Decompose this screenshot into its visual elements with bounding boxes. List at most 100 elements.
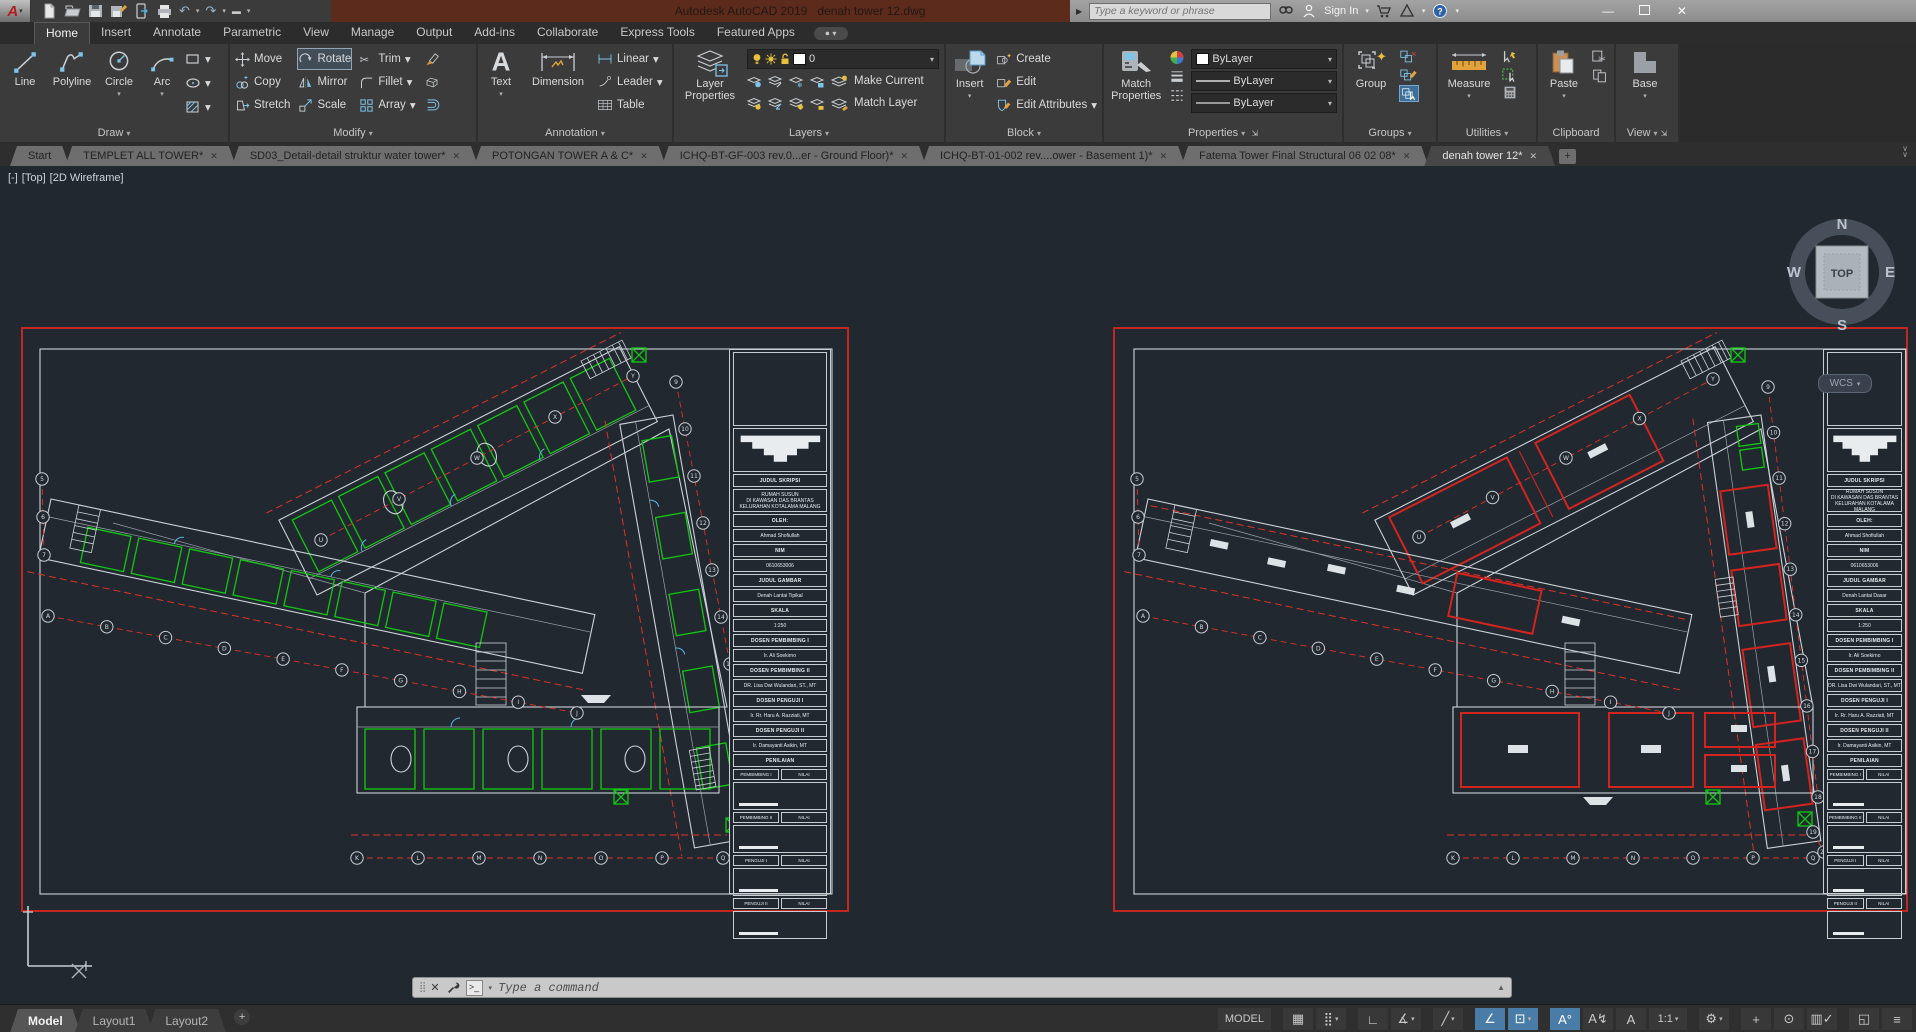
share-dropdown-icon[interactable]: ▾ <box>1422 7 1426 15</box>
help-dropdown-icon[interactable]: ▾ <box>1455 7 1459 15</box>
ribbon-display-toggle[interactable]: ⏺▾ <box>814 27 848 40</box>
command-grip[interactable]: ⣿ <box>419 982 424 993</box>
viewcube-south[interactable]: S <box>1837 317 1847 334</box>
layer-freeze-tool-icon[interactable]: ❄ <box>789 75 804 88</box>
file-tab-close-icon[interactable]: ✕ <box>452 146 460 166</box>
linear-button[interactable]: Linear▾ <box>597 49 663 69</box>
rectangle-button[interactable]: ▾ <box>185 49 211 69</box>
file-tab[interactable]: Start <box>10 146 69 166</box>
status-isometric-drafting[interactable]: ╱▾ <box>1433 1008 1463 1030</box>
color-wheel-icon[interactable] <box>1169 50 1185 65</box>
move-button[interactable]: Move <box>235 49 290 69</box>
recent-commands-dropdown-icon[interactable]: ▾ <box>489 984 493 992</box>
ribbon-tab-featured-apps[interactable]: Featured Apps <box>706 22 806 44</box>
array-button[interactable]: Array▾ <box>359 95 415 115</box>
edit-attributes-button[interactable]: Edit Attributes▾ <box>996 95 1097 115</box>
plot-icon[interactable] <box>156 3 173 19</box>
insert-button[interactable]: Insert▾ <box>951 47 988 126</box>
command-line[interactable]: ⣿ ✕ >_ ▾ Type a command ▲ <box>412 977 1512 998</box>
dimension-button[interactable]: Dimension <box>527 47 589 126</box>
file-tab-close-icon[interactable]: ✕ <box>210 146 218 166</box>
file-tab[interactable]: denah tower 12*✕ <box>1424 146 1555 166</box>
qat-customize-dropdown-icon[interactable]: ▾ <box>247 7 251 15</box>
layer-off-tool-icon[interactable] <box>747 75 762 88</box>
ribbon-tab-view[interactable]: View <box>292 22 340 44</box>
layer-unisolate-tool-icon[interactable] <box>768 97 783 110</box>
viewport-view-control[interactable]: [Top] <box>22 172 46 184</box>
panel-label-block[interactable]: Block ▾ <box>946 126 1102 142</box>
copy-button[interactable]: Copy <box>235 72 290 92</box>
arc-button[interactable]: Arc▾ <box>144 47 180 126</box>
layout-tab-layout2[interactable]: Layout2 <box>147 1009 226 1032</box>
status-grid-display[interactable]: ▦ <box>1283 1008 1313 1030</box>
viewcube[interactable]: N W E S TOP <box>1786 208 1898 336</box>
viewcube-east[interactable]: E <box>1885 264 1895 281</box>
app-menu-button[interactable]: A▾ <box>0 0 31 22</box>
layer-properties-button[interactable]: Layer Properties <box>679 47 741 126</box>
panel-label-view[interactable]: View ▾ ⇲ <box>1616 126 1678 142</box>
ribbon-tab-express-tools[interactable]: Express Tools <box>609 22 705 44</box>
sign-in-dropdown-icon[interactable]: ▾ <box>1365 7 1369 15</box>
text-button[interactable]: A Text▾ <box>483 47 519 126</box>
ribbon-tab-parametric[interactable]: Parametric <box>212 22 292 44</box>
wcs-menu[interactable]: WCS▾ <box>1818 374 1872 393</box>
file-tab[interactable]: SD03_Detail-detail struktur water tower*… <box>232 146 478 166</box>
group-selection-toggle[interactable] <box>1399 85 1419 102</box>
recent-commands-icon[interactable]: >_ <box>466 980 483 996</box>
create-block-button[interactable]: ✦Create <box>996 49 1097 69</box>
ribbon-tab-manage[interactable]: Manage <box>340 22 405 44</box>
leader-button[interactable]: Leader▾ <box>597 72 663 92</box>
lineweight-icon[interactable] <box>1169 69 1185 84</box>
floor-plan-typical[interactable]: UVWXY9101112131415161718192021KLMNOPQABC… <box>21 327 849 912</box>
infocenter-collapse-icon[interactable]: ▶ <box>1076 7 1082 16</box>
polyline-button[interactable]: Polyline <box>50 47 94 126</box>
object-color-selector[interactable]: ByLayer▾ <box>1191 49 1337 69</box>
quick-calculator-icon[interactable] <box>1501 85 1519 100</box>
save-icon[interactable] <box>87 3 104 19</box>
new-file-icon[interactable] <box>41 3 58 19</box>
cut-icon[interactable]: ✂ <box>1591 49 1609 64</box>
status-isolate-objects[interactable]: ⊙ <box>1774 1008 1804 1030</box>
status-graphics-performance[interactable]: ▥✓ <box>1807 1008 1837 1030</box>
file-tab-close-icon[interactable]: ✕ <box>640 146 648 166</box>
autodesk-share-icon[interactable] <box>1399 3 1415 19</box>
file-tab[interactable]: TEMPLET ALL TOWER*✕ <box>65 146 236 166</box>
undo-dropdown-icon[interactable]: ▾ <box>196 7 200 15</box>
open-file-icon[interactable] <box>64 3 81 19</box>
redo-dropdown-icon[interactable]: ▾ <box>222 7 226 15</box>
viewcube-north[interactable]: N <box>1837 216 1848 233</box>
scale-button[interactable]: Scale <box>298 95 351 115</box>
new-drawing-tab-button[interactable]: + <box>1559 149 1576 164</box>
panel-label-draw[interactable]: Draw ▾ <box>0 126 228 142</box>
viewcube-west[interactable]: W <box>1787 264 1802 281</box>
close-button[interactable]: ✕ <box>1667 0 1697 22</box>
edit-block-button[interactable]: Edit <box>996 72 1097 92</box>
file-tab[interactable]: ICHQ-BT-GF-003 rev.0...er - Ground Floor… <box>662 146 926 166</box>
circle-button[interactable]: Circle▾ <box>99 47 139 126</box>
table-button[interactable]: Table <box>597 95 663 115</box>
panel-label-groups[interactable]: Groups ▾ <box>1344 126 1436 142</box>
minimize-button[interactable]: — <box>1593 0 1623 22</box>
file-tab[interactable]: POTONGAN TOWER A & C*✕ <box>474 146 666 166</box>
match-layer-icon[interactable] <box>831 97 848 110</box>
file-tab-overflow-icon[interactable]: ∨∨ <box>1902 146 1908 158</box>
lineweight-selector[interactable]: ByLayer▾ <box>1191 71 1337 91</box>
undo-icon[interactable]: ↶ <box>179 3 190 19</box>
app-store-cart-icon[interactable] <box>1376 3 1392 19</box>
status-object-snap-tracking[interactable]: ∠ <box>1475 1008 1505 1030</box>
open-from-web-icon[interactable] <box>133 3 150 19</box>
layer-thaw-tool-icon[interactable] <box>789 97 804 110</box>
panel-label-clipboard[interactable]: Clipboard <box>1538 126 1614 142</box>
fast-select-icon[interactable] <box>1501 67 1519 82</box>
match-layer-label[interactable]: Match Layer <box>854 97 917 109</box>
restore-button[interactable] <box>1630 0 1660 22</box>
paste-button[interactable]: Paste▾ <box>1543 47 1585 126</box>
layer-on2-tool-icon[interactable] <box>747 97 762 110</box>
layout-tab-layout1[interactable]: Layout1 <box>75 1009 154 1032</box>
command-input[interactable]: Type a command <box>498 981 599 995</box>
ribbon-tab-home[interactable]: Home <box>34 22 90 44</box>
status-workspace-switching[interactable]: ⚙▾ <box>1699 1008 1729 1030</box>
layer-selector[interactable]: 0 ▾ <box>747 49 939 69</box>
panel-label-utilities[interactable]: Utilities ▾ <box>1438 126 1536 142</box>
viewport-menu-control[interactable]: [-] <box>8 172 18 184</box>
